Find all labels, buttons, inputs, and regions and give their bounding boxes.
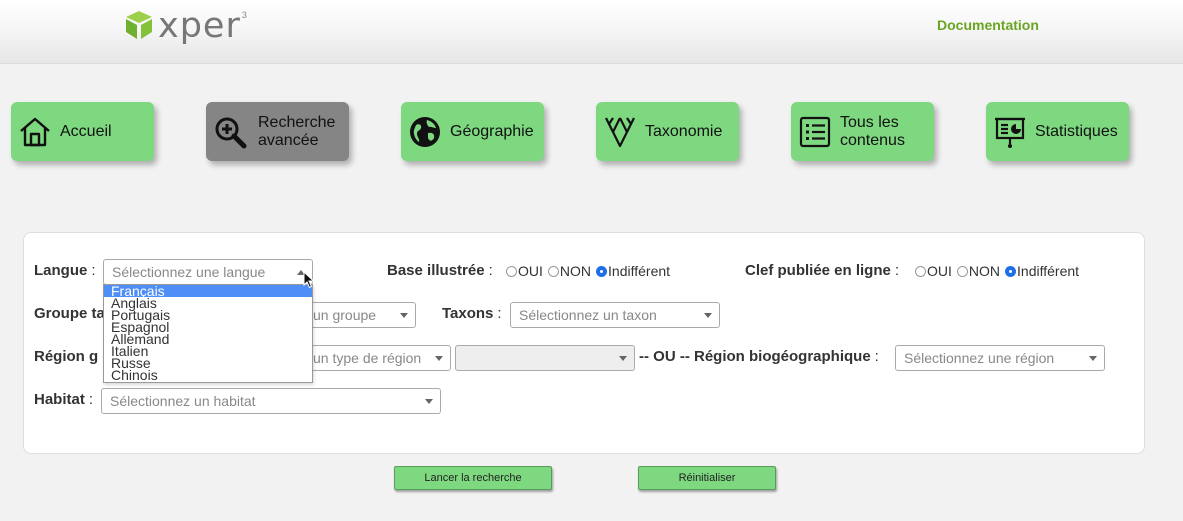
leaf-cube-icon	[126, 11, 152, 39]
langue-option-chinois[interactable]: Chinois	[104, 368, 312, 382]
nav-statistiques-button[interactable]: Statistiques	[986, 102, 1129, 161]
langue-dropdown-list[interactable]: Français Anglais Portugais Espagnol Alle…	[103, 284, 313, 383]
ou-separator-text: -- OU --	[639, 348, 690, 365]
presentation-chart-icon	[992, 114, 1028, 150]
clef-publiee-label: Clef publiée en ligne:	[745, 262, 900, 279]
nav-tous-les-contenus-button[interactable]: Tous les contenus	[791, 102, 934, 161]
taxons-select[interactable]: Sélectionnez un taxon	[510, 302, 720, 328]
groupe-label: Groupe ta	[34, 305, 105, 322]
home-icon	[17, 114, 53, 150]
chevron-down-icon	[435, 356, 443, 361]
habitat-label: Habitat:	[34, 391, 94, 408]
globe-icon	[407, 114, 443, 150]
xper-logo[interactable]: xper 3	[122, 8, 247, 48]
mouse-cursor-icon	[303, 271, 315, 289]
nav-geographie-button[interactable]: Géographie	[401, 102, 544, 161]
nav-taxonomie-button[interactable]: Taxonomie	[596, 102, 739, 161]
chevron-down-icon	[619, 356, 627, 361]
groupe-select-placeholder: un groupe	[313, 307, 377, 323]
documentation-link[interactable]: Documentation	[937, 17, 1039, 33]
chevron-down-icon	[704, 313, 712, 318]
region-bio-select[interactable]: Sélectionnez une région	[895, 345, 1105, 371]
chevron-down-icon	[1089, 356, 1097, 361]
region-value-select[interactable]	[455, 345, 635, 371]
zoom-in-icon	[212, 114, 248, 150]
clef-publiee-indifferent-radio[interactable]	[1005, 265, 1017, 277]
nav-recherche-avancee-label: Recherche avancée	[258, 113, 336, 149]
ou-separator-label: -- OU -- Région biogéographique:	[639, 348, 879, 365]
region-bio-select-placeholder: Sélectionnez une région	[904, 350, 1055, 366]
habitat-select-placeholder: Sélectionnez un habitat	[110, 393, 256, 409]
region-label: Région g	[34, 348, 99, 365]
logo-text: xper	[158, 6, 241, 46]
clef-publiee-non-radio[interactable]	[956, 265, 968, 277]
base-illustree-radio-group: OUI NON Indifférent	[501, 263, 670, 279]
region-type-select-placeholder: un type de région	[313, 350, 422, 366]
nav-accueil-label: Accueil	[60, 122, 112, 140]
clef-publiee-non-label: NON	[968, 263, 1001, 279]
base-illustree-oui-label: OUI	[518, 263, 543, 279]
nav-taxonomie-label: Taxonomie	[645, 122, 723, 140]
chevron-down-icon	[425, 399, 433, 404]
nav-accueil-button[interactable]: Accueil	[11, 102, 154, 161]
base-illustree-indifferent-label: Indifférent	[608, 263, 671, 279]
region-bio-label: Région biogéographique	[694, 348, 871, 365]
base-illustree-label: Base illustrée:	[387, 262, 493, 279]
reinitialiser-button[interactable]: Réinitialiser	[638, 466, 776, 490]
clef-publiee-oui-radio[interactable]	[915, 265, 926, 277]
list-icon	[797, 114, 833, 150]
langue-select-placeholder: Sélectionnez une langue	[112, 264, 266, 280]
base-illustree-non-radio[interactable]	[547, 265, 559, 277]
base-illustree-indifferent-radio[interactable]	[596, 265, 608, 277]
header-bar: xper 3 Documentation	[0, 0, 1183, 64]
taxons-select-placeholder: Sélectionnez un taxon	[519, 307, 657, 323]
clef-publiee-indifferent-label: Indifférent	[1017, 263, 1080, 279]
base-illustree-oui-radio[interactable]	[506, 265, 517, 277]
nav-recherche-avancee-button[interactable]: Recherche avancée	[206, 102, 349, 161]
clef-publiee-radio-group: OUI NON Indifférent	[910, 263, 1079, 279]
logo-superscript: 3	[241, 10, 247, 20]
nav-tous-les-contenus-label: Tous les contenus	[840, 113, 905, 149]
lancer-recherche-button[interactable]: Lancer la recherche	[394, 466, 552, 490]
langue-label: Langue:	[34, 262, 96, 279]
taxons-label: Taxons:	[442, 305, 502, 322]
nav-geographie-label: Géographie	[450, 122, 534, 140]
langue-select[interactable]: Sélectionnez une langue	[103, 259, 313, 285]
clef-publiee-oui-label: OUI	[927, 263, 952, 279]
taxonomy-tree-icon	[602, 114, 638, 150]
base-illustree-non-label: NON	[559, 263, 592, 279]
nav-statistiques-label: Statistiques	[1035, 122, 1118, 140]
chevron-down-icon	[400, 313, 408, 318]
habitat-select[interactable]: Sélectionnez un habitat	[101, 388, 441, 414]
